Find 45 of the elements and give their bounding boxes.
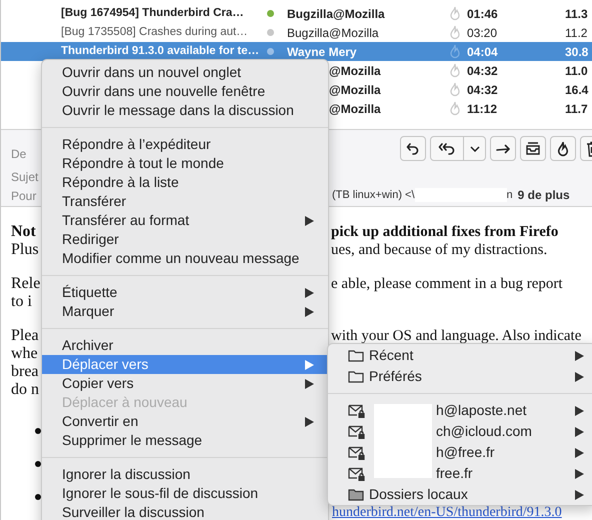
message-subject: [Bug 1674954] Thunderbird Cra… xyxy=(61,6,244,19)
message-subject: [Bug 1735508] Crashes during aut… xyxy=(61,26,248,38)
body-text: Rele xyxy=(11,275,40,292)
message-time: 04:32 xyxy=(467,82,498,96)
message-time: 01:46 xyxy=(467,6,498,20)
body-text: Plus xyxy=(11,241,39,258)
body-text: with your OS and language. Also indicate xyxy=(330,327,582,345)
body-text: e able, please comment in a bug report xyxy=(330,275,563,293)
account-name: h@free.fr xyxy=(436,443,495,462)
message-size: 11.3 xyxy=(565,6,588,22)
body-text: brea xyxy=(11,363,39,380)
body-text: do n xyxy=(11,381,39,398)
folder-name: Dossiers locaux xyxy=(369,485,468,504)
message-sender: @Mozilla xyxy=(329,64,381,78)
message-sender: Bugzilla@Mozilla xyxy=(287,26,379,40)
field-label: Pour xyxy=(11,188,36,205)
message-size: 30.8 xyxy=(565,44,588,60)
message-size: 11.2 xyxy=(565,24,588,42)
message-time: 04:04 xyxy=(467,44,498,58)
recipient-text: (TB linux+win) <\ xyxy=(332,188,415,203)
message-size: 16.4 xyxy=(565,82,588,98)
account-name: ch@icloud.com xyxy=(436,422,532,441)
message-sender: Wayne Mery xyxy=(287,44,357,58)
body-text: Plea xyxy=(11,327,39,344)
folder-name: Récent xyxy=(369,346,414,365)
message-sender: Bugzilla@Mozilla xyxy=(287,6,385,20)
message-sender: @Mozilla xyxy=(329,102,381,116)
message-time: 04:32 xyxy=(467,64,498,78)
message-size: 11.0 xyxy=(565,62,588,80)
message-subject: Thunderbird 91.3.0 available for te… xyxy=(61,44,260,57)
recipient-text: n xyxy=(506,188,513,203)
body-text: ues, and because of my distractions. xyxy=(330,241,548,259)
message-time: 03:20 xyxy=(467,26,498,40)
account-name: h@laposte.net xyxy=(436,401,526,420)
body-text: whe xyxy=(11,345,38,362)
message-sender: @Mozilla xyxy=(329,82,381,96)
field-label: Sujet xyxy=(11,169,38,186)
body-text: pick up additional fixes from Firefo xyxy=(330,223,558,241)
account-name: free.fr xyxy=(436,464,473,483)
message-size: 11.7 xyxy=(565,100,588,118)
field-label: De xyxy=(11,146,26,163)
message-time: 11:12 xyxy=(467,102,498,116)
body-text: to i xyxy=(11,293,32,310)
body-text: Not xyxy=(11,223,36,240)
folder-name: Préférés xyxy=(369,367,422,386)
